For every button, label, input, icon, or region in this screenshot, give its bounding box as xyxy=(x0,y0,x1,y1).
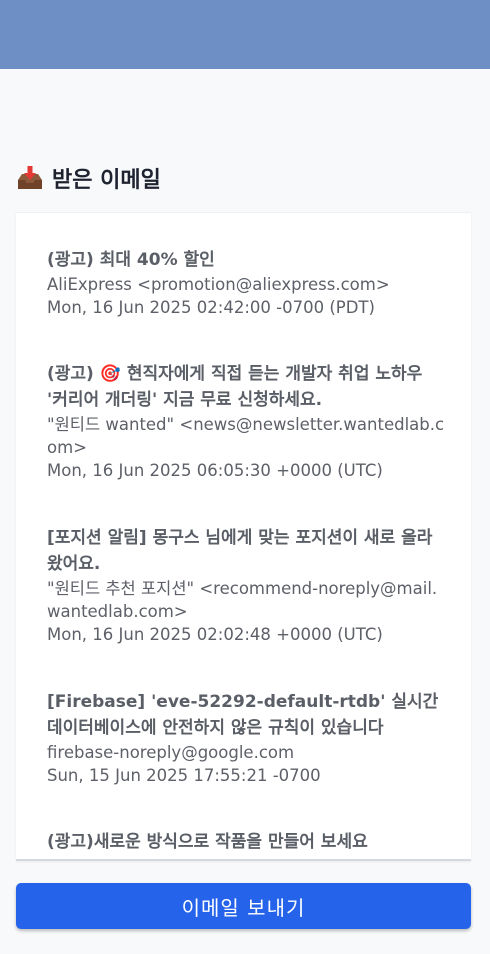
email-date: Mon, 16 Jun 2025 02:02:48 +0000 (UTC) xyxy=(47,625,383,644)
email-list[interactable]: (광고) 최대 40% 할인 AliExpress <promotion@ali… xyxy=(16,212,471,861)
email-item[interactable]: (광고) 🎯 현직자에게 직접 듣는 개발자 취업 노하우 '커리어 개더링' … xyxy=(47,361,447,482)
email-sender: AliExpress <promotion@aliexpress.com> xyxy=(47,275,390,294)
inbox-title: 받은 이메일 xyxy=(52,168,161,193)
send-email-button[interactable]: 이메일 보내기 xyxy=(16,883,471,929)
email-sender: "원티드 wanted" <news@newsletter.wantedlab.… xyxy=(47,415,445,457)
email-item[interactable]: (광고) 최대 40% 할인 AliExpress <promotion@ali… xyxy=(47,247,447,319)
email-item[interactable]: [포지션 알림] 몽구스 님에게 맞는 포지션이 새로 올라왔어요. "원티드 … xyxy=(47,525,447,646)
inbox-header: 받은 이메일 xyxy=(16,160,161,196)
email-subject: (광고) 최대 40% 할인 xyxy=(47,250,215,270)
email-subject: (광고) 🎯 현직자에게 직접 듣는 개발자 취업 노하우 '커리어 개더링' … xyxy=(47,364,423,410)
email-item[interactable]: (광고)새로운 방식으로 작품을 만들어 보세요 xyxy=(47,829,447,855)
email-date: Mon, 16 Jun 2025 06:05:30 +0000 (UTC) xyxy=(47,461,383,480)
email-subject: [포지션 알림] 몽구스 님에게 맞는 포지션이 새로 올라왔어요. xyxy=(47,528,433,574)
email-subject: (광고)새로운 방식으로 작품을 만들어 보세요 xyxy=(47,832,368,852)
email-date: Sun, 15 Jun 2025 17:55:21 -0700 xyxy=(47,766,321,785)
top-app-bar xyxy=(0,0,490,69)
email-sender: firebase-noreply@google.com xyxy=(47,743,295,762)
email-date: Mon, 16 Jun 2025 02:42:00 -0700 (PDT) xyxy=(47,298,375,317)
email-sender: "원티드 추천 포지션" <recommend-noreply@mail.wan… xyxy=(47,579,438,621)
app-screen: 받은 이메일 (광고) 최대 40% 할인 AliExpress <promot… xyxy=(0,0,490,954)
email-subject: [Firebase] 'eve-52292-default-rtdb' 실시간 … xyxy=(47,692,439,738)
inbox-tray-icon xyxy=(16,164,44,192)
email-item[interactable]: [Firebase] 'eve-52292-default-rtdb' 실시간 … xyxy=(47,689,447,787)
